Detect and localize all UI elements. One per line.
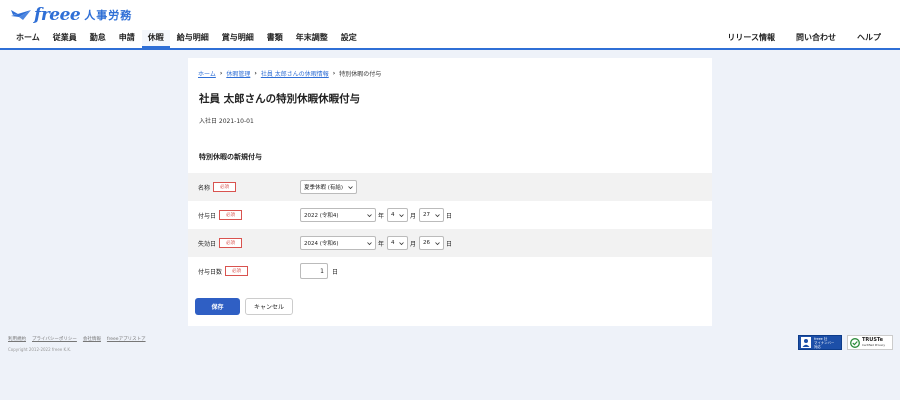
hire-date: 入社日 2021-10-01	[199, 118, 254, 125]
nav-help[interactable]: ヘルプ	[851, 30, 887, 45]
chevron-right-icon: ›	[332, 70, 336, 77]
mynumber-badge[interactable]: freee 社 マイナンバー 対応	[798, 335, 842, 350]
mynumber-line3: 対応	[814, 344, 821, 349]
chevron-right-icon: ›	[254, 70, 257, 77]
chevron-down-icon	[399, 241, 404, 245]
nav-attendance[interactable]: 勤怠	[84, 30, 112, 48]
truste-badge[interactable]: TRUSTe Certified Privacy	[847, 335, 893, 350]
person-icon	[801, 337, 811, 348]
main-card: ホーム › 休暇管理 › 社員 太郎さんの休暇情報 › 特別休暇の付与 社員 太…	[188, 58, 712, 326]
main-nav: ホーム 従業員 勤怠 申請 休暇 給与明細 賞与明細 書類 年末調整 設定	[10, 30, 364, 48]
nav-payslips[interactable]: 給与明細	[171, 30, 215, 48]
breadcrumb-current: 特別休暇の付与	[339, 71, 382, 78]
grant-days-label: 付与日数	[198, 268, 223, 276]
nav-bonus-slips[interactable]: 賞与明細	[216, 30, 260, 48]
footer-link-company[interactable]: 会社情報	[83, 336, 101, 342]
nav-release-notes[interactable]: リリース情報	[721, 30, 781, 45]
nav-employees[interactable]: 従業員	[47, 30, 83, 48]
expire-day-value: 26	[423, 240, 431, 246]
expire-month-value: 4	[391, 240, 395, 246]
days-unit: 日	[332, 268, 339, 276]
expire-date-label: 失効日	[198, 240, 217, 248]
chevron-down-icon	[367, 241, 372, 245]
year-unit: 年	[378, 212, 385, 220]
day-unit: 日	[446, 240, 453, 248]
month-unit: 月	[410, 212, 417, 220]
nav-documents[interactable]: 書類	[261, 30, 289, 48]
required-badge: 必須	[213, 182, 237, 192]
truste-sub: Certified Privacy	[862, 342, 885, 347]
logo-wordmark: freee	[34, 5, 81, 25]
top-bar: freee 人事労務 ホーム 従業員 勤怠 申請 休暇 給与明細 賞与明細 書類…	[0, 0, 900, 50]
form-row-grant-days: 付与日数 必須 1 日	[188, 257, 712, 285]
form-row-grant-date: 付与日 必須 2022 (令和4) 年 4 月 27 日	[188, 201, 712, 229]
leave-name-value: 夏季休暇 (有給)	[304, 185, 344, 191]
breadcrumb-leave-management[interactable]: 休暇管理	[226, 69, 250, 78]
product-name: 人事労務	[84, 9, 133, 22]
year-unit: 年	[378, 240, 385, 248]
day-unit: 日	[446, 212, 453, 220]
chevron-down-icon	[399, 213, 404, 217]
footer-link-terms[interactable]: 利用規約	[8, 336, 26, 342]
nav-requests[interactable]: 申請	[113, 30, 141, 48]
nav-leave[interactable]: 休暇	[141, 30, 170, 48]
page-title: 社員 太郎さんの特別休暇休暇付与	[199, 93, 361, 105]
freee-logo[interactable]: freee 人事労務	[10, 4, 132, 26]
form-row-expire-date: 失効日 必須 2024 (令和6) 年 4 月 26 日	[188, 229, 712, 257]
required-badge: 必須	[225, 266, 249, 276]
bird-logo-icon	[11, 10, 31, 20]
grant-days-input[interactable]: 1	[300, 263, 328, 279]
chevron-down-icon	[348, 185, 353, 189]
footer-links: 利用規約 プライバシーポリシー 会社情報 freeeアプリストア	[8, 336, 152, 342]
section-title: 特別休暇の新規付与	[199, 153, 262, 161]
expire-year-select[interactable]: 2024 (令和6)	[300, 236, 376, 250]
form-row-name: 名称 必須 夏季休暇 (有給)	[188, 173, 712, 201]
nav-settings[interactable]: 設定	[335, 30, 363, 48]
expire-day-select[interactable]: 26	[419, 236, 445, 250]
grant-month-value: 4	[391, 212, 395, 218]
breadcrumb: ホーム › 休暇管理 › 社員 太郎さんの休暇情報 › 特別休暇の付与	[198, 69, 381, 78]
chevron-right-icon: ›	[219, 70, 223, 77]
nav-contact[interactable]: 問い合わせ	[790, 30, 842, 45]
footer-link-privacy[interactable]: プライバシーポリシー	[32, 336, 77, 342]
breadcrumb-employee-leave[interactable]: 社員 太郎さんの休暇情報	[261, 69, 329, 78]
nav-year-end[interactable]: 年末調整	[290, 30, 334, 48]
grant-day-select[interactable]: 27	[419, 208, 445, 222]
grant-year-select[interactable]: 2022 (令和4)	[300, 208, 376, 222]
expire-year-value: 2024 (令和6)	[304, 241, 339, 247]
copyright: Copyright 2012-2022 freee K.K.	[8, 347, 72, 352]
chevron-down-icon	[435, 241, 440, 245]
name-label: 名称	[198, 184, 211, 192]
grant-date-label: 付与日	[198, 212, 217, 220]
footer-link-appstore[interactable]: freeeアプリストア	[107, 336, 146, 342]
mynumber-line2: マイナンバー	[814, 340, 835, 345]
chevron-down-icon	[367, 213, 372, 217]
breadcrumb-home[interactable]: ホーム	[198, 69, 216, 78]
cancel-button[interactable]: キャンセル	[245, 298, 293, 315]
grant-month-select[interactable]: 4	[387, 208, 409, 222]
leave-name-select[interactable]: 夏季休暇 (有給)	[300, 180, 357, 194]
grant-year-value: 2022 (令和4)	[304, 213, 339, 219]
truste-check-icon	[850, 337, 860, 348]
required-badge: 必須	[219, 210, 243, 220]
grant-day-value: 27	[423, 212, 431, 218]
chevron-down-icon	[435, 213, 440, 217]
month-unit: 月	[410, 240, 417, 248]
right-nav: リリース情報 問い合わせ ヘルプ	[713, 30, 888, 45]
expire-month-select[interactable]: 4	[387, 236, 409, 250]
save-button[interactable]: 保存	[195, 298, 240, 315]
required-badge: 必須	[219, 238, 243, 248]
nav-home[interactable]: ホーム	[10, 30, 46, 48]
